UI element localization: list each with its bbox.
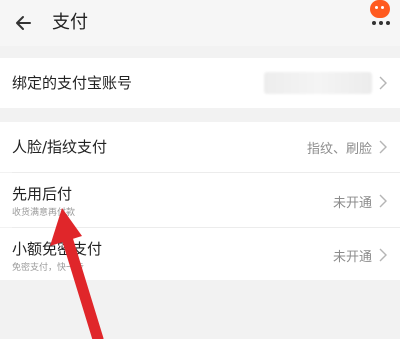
small-amount-pay-row[interactable]: 小额免密支付 免密支付，快一步 未开通 (0, 228, 400, 280)
pay-later-subtitle: 收货满意再付款 (12, 208, 76, 218)
face-fingerprint-pay-row[interactable]: 人脸/指纹支付 指纹、刷脸 (0, 122, 400, 172)
face-fingerprint-value: 指纹、刷脸 (306, 142, 372, 157)
alipay-account-row[interactable]: 绑定的支付宝账号 (0, 58, 400, 108)
pay-later-label: 先用后付 (12, 185, 73, 203)
pay-later-row[interactable]: 先用后付 收货满意再付款 未开通 (0, 173, 400, 227)
small-amount-subtitle: 免密支付，快一步 (12, 263, 85, 273)
pay-later-status: 未开通 (332, 196, 372, 211)
masked-account-value (264, 72, 372, 94)
back-arrow-icon[interactable] (10, 9, 38, 37)
alipay-account-label: 绑定的支付宝账号 (12, 74, 133, 92)
small-amount-label: 小额免密支付 (12, 240, 103, 258)
small-amount-status: 未开通 (332, 250, 372, 265)
chevron-right-icon (379, 140, 387, 154)
face-fingerprint-label: 人脸/指纹支付 (12, 138, 108, 156)
chevron-right-icon (379, 248, 387, 262)
top-bar: 支付 (0, 0, 400, 46)
notification-badge (370, 0, 390, 18)
page-title: 支付 (52, 12, 88, 33)
chevron-right-icon (379, 194, 387, 208)
chevron-right-icon (379, 76, 387, 90)
